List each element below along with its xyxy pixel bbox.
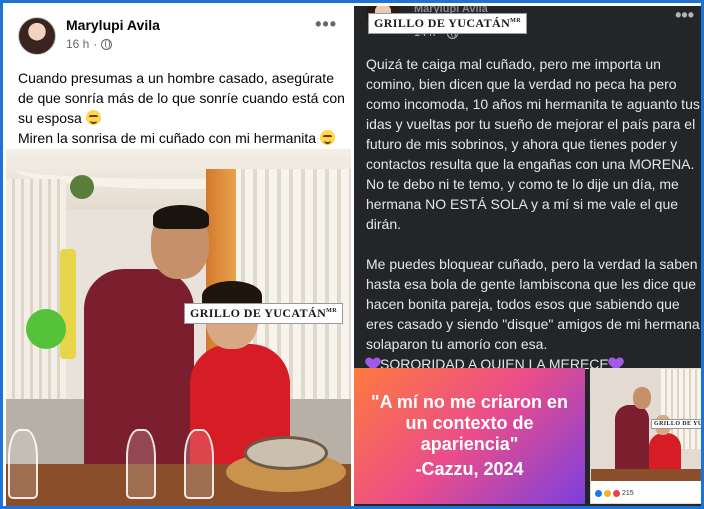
post-paragraph-3: Me puedes bloquear cuñado, pero la verda… <box>366 256 700 352</box>
love-reaction-icon <box>613 489 620 497</box>
like-reaction-icon <box>595 489 602 497</box>
watermark: GRILLO DE YUCATÁNMR <box>184 303 343 324</box>
right-facebook-post: Marylupi Avila 14 h · ••• GRILLO DE YUCA… <box>354 6 701 506</box>
photo-yellow-pillar <box>60 249 76 359</box>
thumbnail-table <box>591 469 701 481</box>
quote-card-image[interactable]: "A mí no me criaron en un contexto de ap… <box>354 368 585 504</box>
post-line-1-text: Cuando presumas a un hombre casado, aseg… <box>18 70 345 126</box>
watermark: GRILLO DE YUCATÁNMR <box>368 13 527 34</box>
post-line-2-text: Miren la sonrisa de mi cuñado con mi her… <box>18 130 317 146</box>
post-photo[interactable]: GRILLO DE YUCATÁNMR <box>6 149 351 506</box>
photo-bowl <box>244 436 328 470</box>
post-line-1: Cuando presumas a un hombre casado, aseg… <box>18 68 348 128</box>
avatar[interactable] <box>18 17 56 55</box>
haha-reaction-icon <box>604 489 611 497</box>
photo-glass <box>126 429 156 499</box>
thumbnail-post-image[interactable]: GRILLO DE YUCATÁN 215 <box>590 368 701 504</box>
photo-curtain-left <box>6 179 66 399</box>
photo-green-balloon <box>26 309 66 349</box>
left-facebook-post: Marylupi Avila 16 h · ••• Cuando presuma… <box>6 6 351 506</box>
post-meta: 16 h · <box>66 37 113 51</box>
photo-glass <box>184 429 214 499</box>
post-header: Marylupi Avila 14 h · ••• GRILLO DE YUCA… <box>354 6 701 46</box>
globe-icon <box>101 38 113 50</box>
quote-author: -Cazzu, 2024 <box>415 459 524 479</box>
watermark-mark: MR <box>510 18 521 24</box>
watermark-text: GRILLO DE YUCATÁN <box>190 306 327 320</box>
quote-text: "A mí no me criaron en un contexto de ap… <box>371 392 568 454</box>
thumbnail-man <box>615 405 649 475</box>
post-text: Quizá te caiga mal cuñado, pero me impor… <box>366 54 700 374</box>
smirk-emoji-icon <box>85 110 101 125</box>
photo-plant <box>70 175 94 199</box>
post-time[interactable]: 16 h <box>66 37 89 51</box>
more-options-icon[interactable]: ••• <box>315 14 337 35</box>
watermark: GRILLO DE YUCATÁN <box>651 419 701 429</box>
author-name[interactable]: Marylupi Avila <box>66 17 160 33</box>
more-options-icon[interactable]: ••• <box>675 6 694 26</box>
watermark-mark: MR <box>326 308 337 314</box>
watermark-text: GRILLO DE YUCATÁN <box>374 16 511 30</box>
meta-separator: · <box>93 37 98 51</box>
grin-emoji-icon <box>319 130 335 145</box>
reaction-bar[interactable]: 215 <box>591 481 701 503</box>
post-paragraph-2: No te debo ni te temo, y como te lo dije… <box>366 176 679 232</box>
post-header: Marylupi Avila 16 h · ••• <box>6 6 351 58</box>
post-text: Cuando presumas a un hombre casado, aseg… <box>18 68 348 148</box>
screenshot-frame: Marylupi Avila 16 h · ••• Cuando presuma… <box>0 0 704 509</box>
photo-man-hair <box>153 205 209 229</box>
thumbnail-photo: GRILLO DE YUCATÁN <box>591 369 701 481</box>
reaction-count[interactable]: 215 <box>622 490 634 497</box>
post-line-2: Miren la sonrisa de mi cuñado con mi her… <box>18 128 348 148</box>
thumbnail-man-head <box>633 387 651 409</box>
post-paragraph-1: Quizá te caiga mal cuñado, pero me impor… <box>366 56 700 172</box>
photo-glass <box>8 429 38 499</box>
